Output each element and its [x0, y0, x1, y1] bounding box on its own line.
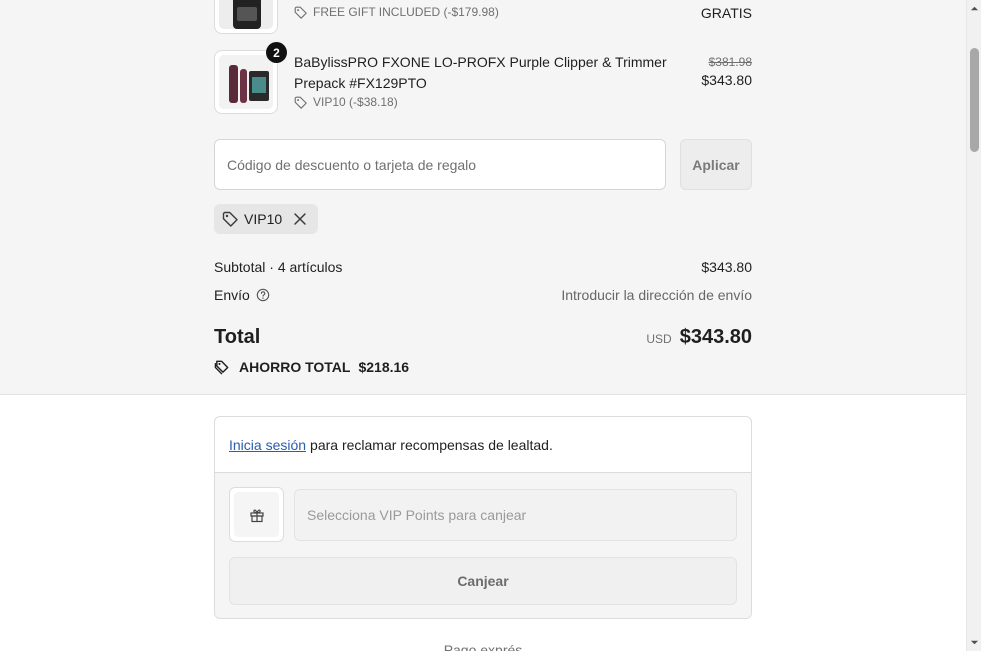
savings-label: AHORRO TOTAL [239, 358, 351, 375]
help-circle-icon[interactable] [256, 288, 270, 302]
applied-discount-chip: VIP10 [214, 204, 319, 234]
savings-value: $218.16 [358, 358, 410, 375]
scroll-up-arrow-icon[interactable] [970, 4, 979, 13]
tag-icon [294, 6, 307, 19]
product-discount: VIP10 (-$38.18) [294, 95, 398, 109]
loyalty-login-row: Inicia sesión para reclamar recompensas … [215, 417, 751, 473]
total-amount: $343.80 [679, 326, 752, 348]
product-image [219, 0, 273, 29]
order-summary-panel: FREE GIFT INCLUDED (-$179.98) GRATIS 2 B… [0, 0, 966, 395]
product-name-line: BaBylissPRO FXONE LO-PROFX Purple Clippe… [294, 54, 667, 70]
product-discount: FREE GIFT INCLUDED (-$179.98) [294, 5, 499, 19]
quantity-badge: 2 [266, 42, 287, 63]
currency-code: USD [646, 332, 672, 346]
subtotal-value: $343.80 [701, 259, 752, 275]
login-prompt-text: para reclamar recompensas de lealtad. [310, 436, 553, 453]
login-link[interactable]: Inicia sesión [229, 437, 306, 453]
gift-icon [249, 508, 264, 522]
shipping-value: Introducir la dirección de envío [561, 287, 752, 303]
product-image [219, 55, 273, 109]
discount-text: FREE GIFT INCLUDED (-$179.98) [313, 5, 499, 19]
product-thumbnail [214, 0, 278, 34]
product-price: $343.80 [701, 72, 752, 88]
scrollbar-thumb[interactable] [970, 48, 979, 152]
product-price-block: $381.98 $343.80 [701, 55, 752, 88]
total-savings: AHORRO TOTAL $218.16 [214, 358, 409, 375]
scroll-down-arrow-icon[interactable] [970, 638, 979, 647]
total-label: Total [214, 326, 261, 348]
shipping-row: Envío [214, 287, 270, 303]
tag-icon [222, 211, 238, 227]
vertical-scrollbar[interactable] [966, 0, 981, 651]
subtotal-label: Subtotal · 4 artículos [214, 259, 343, 275]
total-value-block: USD $343.80 [646, 326, 752, 349]
product-name: BaBylissPRO FXONE LO-PROFX Purple Clippe… [294, 52, 667, 94]
product-name-line: Prepack #FX129PTO [294, 75, 427, 91]
product-price: GRATIS [700, 5, 752, 21]
close-icon[interactable] [292, 211, 308, 227]
discount-code-input[interactable] [214, 139, 666, 190]
loyalty-rewards-box: Inicia sesión para reclamar recompensas … [214, 416, 752, 619]
redeem-button[interactable]: Canjear [229, 557, 737, 605]
original-price: $381.98 [708, 55, 752, 69]
gift-button[interactable] [229, 487, 284, 542]
tag-icon [294, 96, 307, 109]
tags-icon [214, 360, 229, 375]
apply-discount-button[interactable]: Aplicar [680, 139, 752, 190]
applied-code-label: VIP10 [244, 211, 283, 227]
discount-text: VIP10 (-$38.18) [313, 95, 398, 109]
vip-points-select[interactable]: Selecciona VIP Points para canjear [294, 489, 737, 541]
points-redeem-section: Selecciona VIP Points para canjear Canje… [215, 473, 751, 618]
product-thumbnail: 2 [214, 42, 287, 114]
express-checkout-label: Pago exprés [443, 642, 523, 651]
shipping-label: Envío [214, 287, 250, 303]
